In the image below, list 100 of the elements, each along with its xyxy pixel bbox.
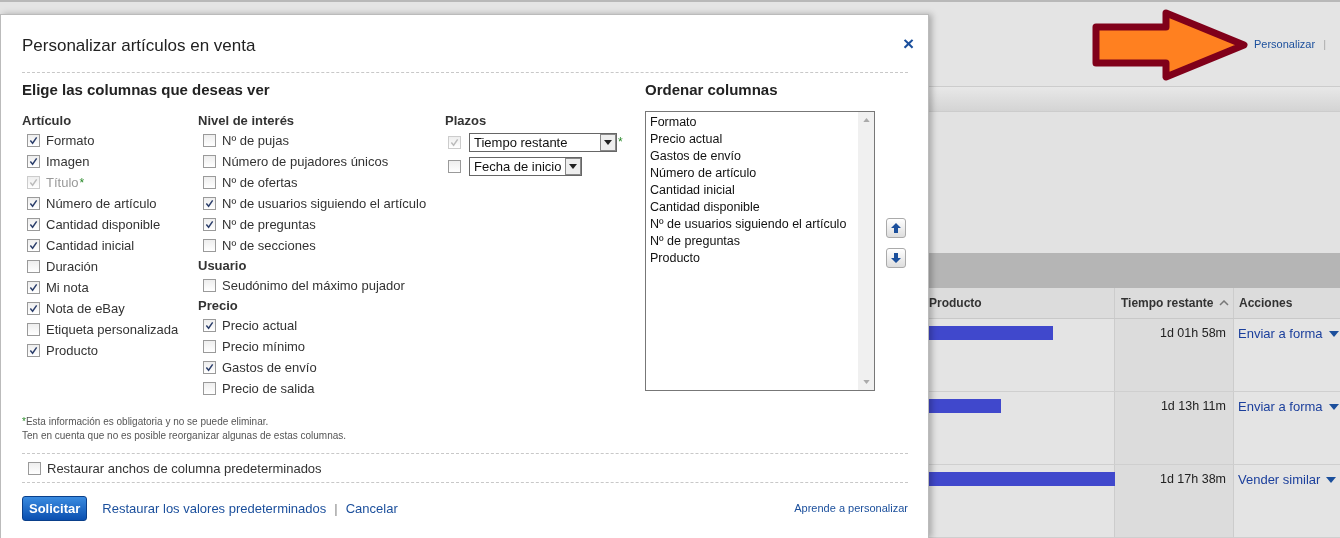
checkbox[interactable] xyxy=(203,340,216,353)
checkbox[interactable] xyxy=(203,176,216,189)
checkbox[interactable] xyxy=(448,159,461,173)
separator: | xyxy=(1323,38,1326,51)
required-mark: * xyxy=(79,175,85,190)
dropdown[interactable]: Fecha de inicio xyxy=(469,156,583,176)
footnote-text: Esta información es obligatoria y no se puede eliminar. xyxy=(25,416,269,427)
action-link[interactable]: Enviar a forma xyxy=(1238,325,1323,341)
required-mark: * xyxy=(618,135,623,149)
checkbox-label: Nota de eBay xyxy=(46,301,125,316)
checkbox[interactable] xyxy=(203,239,216,252)
list-item[interactable]: Formato xyxy=(650,114,854,131)
checkbox-label: Etiqueta personalizada xyxy=(46,322,179,337)
checkbox[interactable] xyxy=(203,134,216,147)
section-title: Ordenar columnas xyxy=(645,81,779,99)
checkbox[interactable] xyxy=(27,302,40,315)
group-heading: Usuario xyxy=(198,257,248,275)
caret-icon xyxy=(1328,330,1339,337)
checkbox-label: Formato xyxy=(46,133,95,148)
list-item[interactable]: Producto xyxy=(650,250,854,267)
move-up-button[interactable] xyxy=(886,218,906,238)
move-down-button[interactable] xyxy=(886,248,906,268)
checkbox-label: Precio mínimo xyxy=(222,339,306,354)
checkbox[interactable] xyxy=(203,319,216,332)
list-item[interactable]: Nº de usuarios siguiendo el artículo xyxy=(650,216,854,233)
submit-button[interactable]: Solicitar xyxy=(22,495,88,521)
checkbox[interactable] xyxy=(27,260,40,273)
checkbox-label: Número de pujadores únicos xyxy=(222,154,389,169)
checkbox[interactable] xyxy=(27,323,40,336)
column-header[interactable]: Tiempo restante xyxy=(1115,287,1234,318)
checkbox[interactable] xyxy=(203,279,216,292)
table-cell-text: 1d 13h 11m xyxy=(1160,398,1226,415)
footnote-text: Ten en cuenta que no es posible reorganizar algunas de estas columnas. xyxy=(22,430,347,441)
checkbox-label: Precio de salida xyxy=(222,381,315,396)
customize-link[interactable]: Personalizar xyxy=(1254,38,1316,51)
checkbox-label: Número de artículo xyxy=(46,196,157,211)
restore-defaults-link[interactable]: Restaurar los valores predeterminados xyxy=(102,500,327,516)
list-item[interactable]: Precio actual xyxy=(650,131,854,148)
checkbox[interactable] xyxy=(27,239,40,252)
checkbox[interactable] xyxy=(203,361,216,374)
checkbox-label: Título xyxy=(46,175,79,190)
group-heading: Plazos xyxy=(445,112,488,130)
list-item[interactable]: Número de artículo xyxy=(650,165,854,182)
checkbox-label: Duración xyxy=(46,259,99,274)
arrow-down-icon xyxy=(891,253,901,263)
list-item[interactable]: Cantidad disponible xyxy=(650,199,854,216)
checkbox[interactable] xyxy=(203,155,216,168)
checkbox[interactable] xyxy=(27,197,40,210)
column-header[interactable]: Producto xyxy=(929,287,1115,318)
caret-icon xyxy=(1328,403,1339,410)
checkbox[interactable] xyxy=(27,218,40,231)
checkbox[interactable] xyxy=(27,344,40,357)
action-link[interactable]: Enviar a forma xyxy=(1238,398,1323,414)
checkbox[interactable] xyxy=(28,461,41,475)
action-link[interactable]: Vender similar xyxy=(1238,471,1321,487)
list-item[interactable]: Cantidad inicial xyxy=(650,182,854,199)
checkbox-label: Cantidad disponible xyxy=(46,217,161,232)
table-cell-text: 1d 17h 38m xyxy=(1159,471,1226,488)
separator: | xyxy=(334,500,338,516)
help-link[interactable]: Aprende a personalizar xyxy=(794,502,908,514)
checkbox[interactable] xyxy=(27,134,40,147)
checkbox[interactable] xyxy=(27,155,40,168)
checkbox-label: Nº de preguntas xyxy=(222,217,316,232)
checkbox-label: Nº de secciones xyxy=(222,238,316,253)
list-item[interactable]: Gastos de envío xyxy=(650,148,854,165)
group-heading: Nivel de interés xyxy=(198,112,296,130)
checkbox-label: Precio actual xyxy=(222,318,298,333)
caret-icon xyxy=(1326,476,1337,483)
scrollbar[interactable] xyxy=(858,112,874,390)
checkbox-label: Nº de ofertas xyxy=(222,175,298,190)
dialog-title: Personalizar artículos en venta xyxy=(22,35,256,56)
scroll-up-icon[interactable] xyxy=(862,118,870,122)
group-heading: Precio xyxy=(198,297,239,315)
table-cell-text: 1d 01h 58m xyxy=(1159,325,1226,342)
sort-icon xyxy=(1219,299,1230,306)
checkbox[interactable] xyxy=(203,218,216,231)
checkbox-label: Gastos de envío xyxy=(222,360,317,375)
checkbox-label: Seudónimo del máximo pujador xyxy=(222,278,405,293)
checkbox-label: Nº de pujas xyxy=(222,133,289,148)
scroll-down-icon[interactable] xyxy=(862,380,870,384)
checkbox[interactable] xyxy=(27,281,40,294)
checkbox-label: Mi nota xyxy=(46,280,89,295)
cancel-link[interactable]: Cancelar xyxy=(345,500,398,516)
checkbox-label: Cantidad inicial xyxy=(46,238,135,253)
required-mark: * xyxy=(22,416,26,427)
checkbox-label: Imagen xyxy=(46,154,90,169)
close-button[interactable]: × xyxy=(902,34,914,53)
arrow-up-icon xyxy=(891,223,901,233)
group-heading: Artículo xyxy=(22,112,73,130)
column-header[interactable]: Acciones xyxy=(1234,287,1340,318)
caret-icon xyxy=(600,133,616,151)
caret-icon xyxy=(565,157,582,175)
section-title: Elige las columnas que deseas ver xyxy=(22,81,271,99)
checkbox[interactable] xyxy=(203,382,216,395)
redaction-bar xyxy=(929,398,1001,413)
column-order-list[interactable]: Formato Precio actual Gastos de envío Número de artículo Cantidad inicial Cantidad disponible Nº de usuarios siguiendo el artículo Nº de preguntas Producto xyxy=(645,111,875,391)
checkbox-label: Producto xyxy=(46,343,99,358)
checkbox[interactable] xyxy=(203,197,216,210)
checkbox-label: Nº de usuarios siguiendo el artículo xyxy=(222,196,427,211)
list-item[interactable]: Nº de preguntas xyxy=(650,233,854,250)
